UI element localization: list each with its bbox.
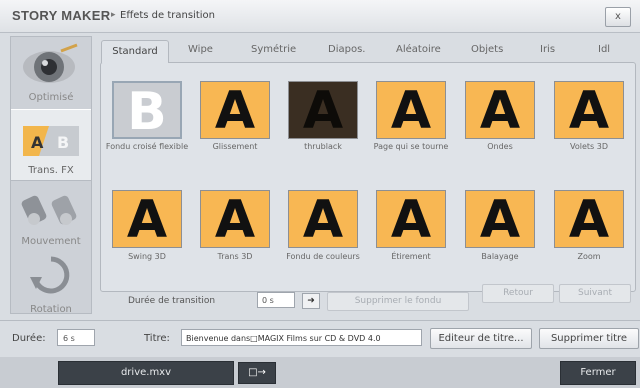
effect-glyph: A — [568, 81, 610, 141]
tab-symetrie[interactable]: Symétrie — [251, 44, 296, 55]
sidebar: Optimisé A B Trans. FX Mouvement Rotatio… — [10, 36, 92, 315]
export-icon[interactable]: □→ — [238, 362, 276, 384]
effect-thumb-glissement[interactable]: A — [200, 81, 270, 141]
effect-thumb-zoom[interactable]: A — [554, 190, 624, 250]
tab-standard[interactable]: Standard — [101, 40, 169, 63]
close-button[interactable]: x — [605, 7, 631, 27]
transition-ab-icon: A B — [23, 126, 79, 156]
effect-label: Zoom — [577, 252, 601, 261]
transition-duration-field[interactable]: 0 s — [257, 292, 295, 308]
effect-glyph: A — [126, 190, 168, 250]
remove-fade-button[interactable]: Supprimer le fondu — [327, 292, 469, 311]
divider — [0, 320, 640, 321]
title-input[interactable]: Bienvenue dans□MAGIX Films sur CD & DVD … — [181, 329, 422, 346]
effect-label: Balayage — [481, 252, 519, 261]
effect-glyph: A — [568, 190, 610, 250]
svg-text:B: B — [57, 133, 69, 152]
effect-thumb-swing-3d[interactable]: A — [112, 190, 182, 250]
effect-glyph: A — [390, 190, 432, 250]
effect-label: Swing 3D — [128, 252, 166, 261]
sidebar-item-label: Rotation — [30, 304, 72, 315]
effect-label: Étirement — [391, 252, 431, 261]
effect-thumb-thrublack[interactable]: A — [288, 81, 358, 141]
remove-title-button[interactable]: Supprimer titre — [539, 328, 639, 349]
effect-thumb-etirement[interactable]: A — [376, 190, 446, 250]
tab-diapos[interactable]: Diapos. — [328, 44, 365, 55]
apply-duration-button[interactable]: ➜ — [302, 293, 320, 309]
effect-thumb-trans-3d[interactable]: A — [200, 190, 270, 250]
effect-thumb-fondu-couleurs[interactable]: A — [288, 190, 358, 250]
tab-idl[interactable]: Idl — [598, 44, 610, 55]
effect-label: Glissement — [212, 142, 258, 151]
eye-icon — [23, 43, 78, 83]
app-title: STORY MAKER — [12, 8, 111, 23]
effect-glyph: A — [302, 81, 344, 141]
effect-glyph: A — [214, 190, 256, 250]
breadcrumb-separator-icon: ▸ — [111, 10, 116, 20]
tab-iris[interactable]: Iris — [540, 44, 555, 55]
file-name-display: drive.mxv — [58, 361, 234, 385]
effect-thumb-volets-3d[interactable]: A — [554, 81, 624, 141]
dialog-title: Effets de transition — [120, 10, 215, 21]
effect-label: Trans 3D — [217, 252, 253, 261]
rotate-icon — [30, 256, 70, 294]
sidebar-item-rotation[interactable]: Rotation — [11, 249, 91, 319]
effect-label: Fondu croisé flexible — [105, 142, 189, 151]
effect-glyph: A — [479, 190, 521, 250]
tab-objets[interactable]: Objets — [471, 44, 503, 55]
effect-glyph: A — [479, 81, 521, 141]
title-label: Titre: — [144, 333, 170, 344]
scene-duration-label: Durée: — [12, 333, 46, 344]
svg-text:A: A — [31, 133, 44, 152]
effect-glyph: A — [214, 81, 256, 141]
back-button[interactable]: Retour — [482, 284, 554, 303]
effect-thumb-ondes[interactable]: A — [465, 81, 535, 141]
close-dialog-button[interactable]: Fermer — [560, 361, 636, 385]
effect-label: thrublack — [304, 142, 342, 151]
sidebar-item-label: Trans. FX — [28, 165, 74, 176]
tab-wipe[interactable]: Wipe — [188, 44, 213, 55]
effect-glyph: A — [390, 81, 432, 141]
effect-label: Fondu de couleurs — [286, 252, 360, 261]
effect-label: Page qui se tourne — [373, 142, 449, 151]
effect-label: Ondes — [487, 142, 513, 151]
effect-thumb-balayage[interactable]: A — [465, 190, 535, 250]
next-button[interactable]: Suivant — [559, 284, 631, 303]
effect-label: Volets 3D — [570, 142, 608, 151]
sidebar-item-label: Optimisé — [28, 92, 74, 103]
effect-thumb-page-tourne[interactable]: A — [376, 81, 446, 141]
scene-duration-field[interactable]: 6 s — [57, 329, 95, 346]
effect-thumb-fondu-croise[interactable]: B — [112, 81, 182, 142]
sidebar-item-optimise[interactable]: Optimisé — [11, 37, 91, 107]
effect-tabs: Standard Wipe Symétrie Diapos. Aléatoire… — [100, 40, 634, 63]
effect-glyph: B — [127, 82, 167, 142]
sidebar-item-mouvement[interactable]: Mouvement — [11, 181, 91, 251]
binoculars-icon — [21, 195, 77, 225]
tab-aleatoire[interactable]: Aléatoire — [396, 44, 441, 55]
sidebar-item-trans-fx[interactable]: A B Trans. FX — [11, 109, 91, 181]
transition-duration-label: Durée de transition — [128, 296, 216, 306]
sidebar-item-label: Mouvement — [21, 236, 81, 247]
effect-glyph: A — [302, 190, 344, 250]
title-editor-button[interactable]: Editeur de titre... — [430, 328, 532, 349]
